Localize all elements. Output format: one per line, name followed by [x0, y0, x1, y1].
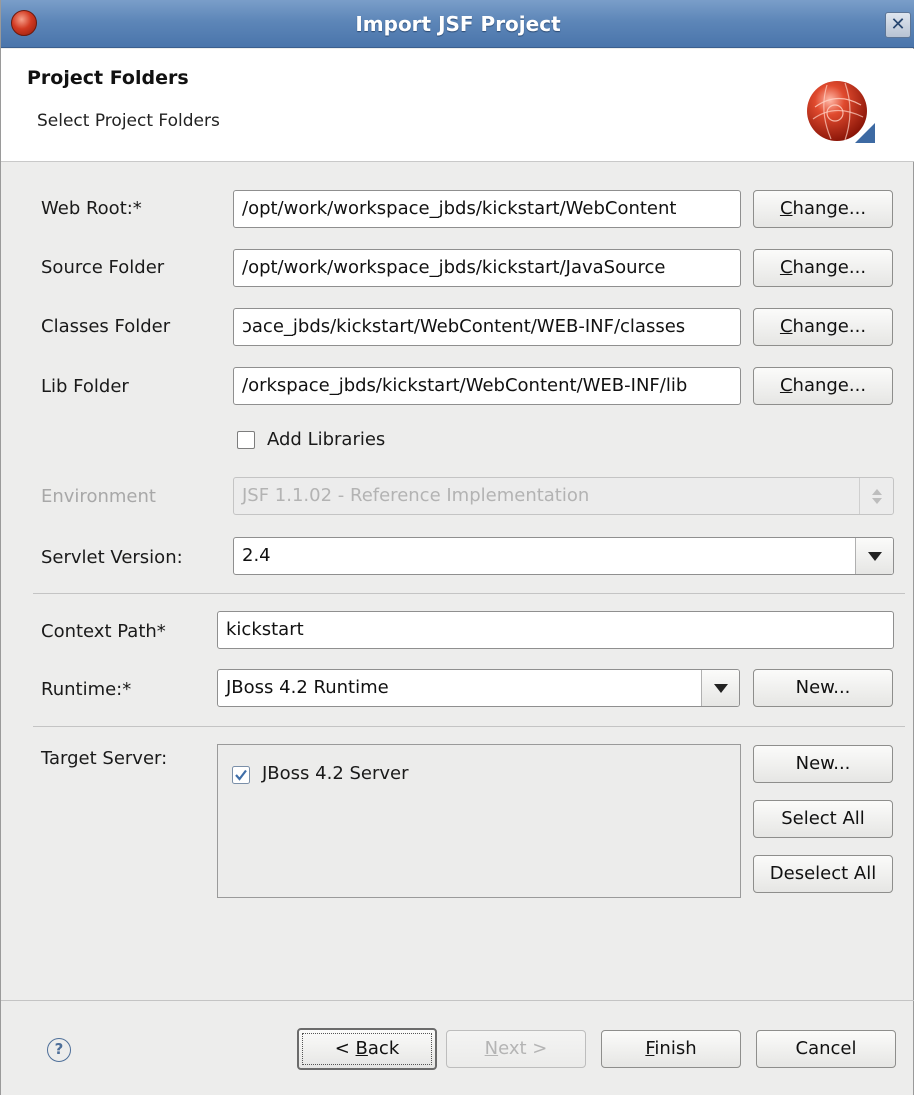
title-bar: Import JSF Project ✕: [1, 0, 914, 48]
footer-separator: [1, 1000, 914, 1001]
lib-folder-label: Lib Folder: [41, 376, 129, 397]
target-server-new-button[interactable]: New...: [753, 745, 893, 783]
chevron-down-icon[interactable]: [701, 670, 739, 706]
next-button: Next >: [446, 1030, 586, 1068]
classes-folder-change-button[interactable]: Change...: [753, 308, 893, 346]
button-label: hange...: [792, 375, 867, 396]
lib-folder-change-button[interactable]: Change...: [753, 367, 893, 405]
context-path-input[interactable]: kickstart: [217, 611, 894, 649]
window-title: Import JSF Project: [355, 12, 561, 36]
button-label: inish: [654, 1038, 697, 1059]
source-folder-change-button[interactable]: Change...: [753, 249, 893, 287]
classes-folder-input[interactable]: ɔace_jbds/kickstart/WebContent/WEB-INF/c…: [233, 308, 741, 346]
runtime-label: Runtime:*: [41, 679, 132, 700]
header-banner: Project Folders Select Project Folders: [1, 49, 914, 162]
import-jsf-project-dialog: Import JSF Project ✕ Project Folders Sel…: [0, 0, 914, 1095]
button-label: <: [334, 1038, 356, 1059]
separator: [33, 593, 905, 594]
button-label: hange...: [792, 198, 867, 219]
mnemonic: C: [779, 257, 793, 278]
select-all-button[interactable]: Select All: [753, 800, 893, 838]
list-item-label: JBoss 4.2 Server: [262, 763, 409, 784]
back-button[interactable]: < Back: [297, 1028, 437, 1070]
mnemonic: C: [779, 316, 793, 337]
environment-value: JSF 1.1.02 - Reference Implementation: [242, 485, 590, 506]
mnemonic: C: [779, 375, 793, 396]
close-icon: ✕: [890, 14, 906, 35]
button-label: ack: [367, 1038, 400, 1059]
mnemonic: C: [779, 198, 793, 219]
web-root-change-button[interactable]: Change...: [753, 190, 893, 228]
add-libraries-checkbox[interactable]: [237, 431, 255, 449]
environment-select: JSF 1.1.02 - Reference Implementation: [233, 477, 894, 515]
checkbox-checked-icon[interactable]: [232, 766, 250, 784]
servlet-version-label: Servlet Version:: [41, 547, 183, 568]
button-label: ext >: [498, 1038, 548, 1059]
web-root-label: Web Root:*: [41, 198, 142, 219]
source-folder-label: Source Folder: [41, 257, 165, 278]
finish-button[interactable]: Finish: [601, 1030, 741, 1068]
target-server-list: JBoss 4.2 Server: [217, 744, 741, 898]
source-folder-input[interactable]: /opt/work/workspace_jbds/kickstart/JavaS…: [233, 249, 741, 287]
runtime-new-button[interactable]: New...: [753, 669, 893, 707]
deselect-all-button[interactable]: Deselect All: [753, 855, 893, 893]
button-label: hange...: [792, 257, 867, 278]
target-server-label: Target Server:: [41, 748, 168, 769]
list-item[interactable]: JBoss 4.2 Server: [232, 763, 532, 787]
servlet-version-value: 2.4: [242, 545, 271, 566]
spinner-arrows-icon: [859, 478, 893, 514]
add-libraries-label: Add Libraries: [267, 429, 386, 450]
help-icon[interactable]: ?: [47, 1038, 71, 1062]
jboss-orb-logo-icon: [807, 81, 875, 143]
web-root-input[interactable]: /opt/work/workspace_jbds/kickstart/WebCo…: [233, 190, 741, 228]
runtime-dropdown[interactable]: JBoss 4.2 Runtime: [217, 669, 740, 707]
page-title: Project Folders: [27, 67, 189, 89]
environment-label: Environment: [41, 486, 156, 507]
classes-folder-label: Classes Folder: [41, 316, 171, 337]
chevron-down-icon[interactable]: [855, 538, 893, 574]
cancel-button[interactable]: Cancel: [756, 1030, 896, 1068]
runtime-value: JBoss 4.2 Runtime: [226, 677, 389, 698]
lib-folder-input[interactable]: /orkspace_jbds/kickstart/WebContent/WEB-…: [233, 367, 741, 405]
context-path-label: Context Path*: [41, 621, 166, 642]
close-button[interactable]: ✕: [885, 12, 911, 38]
mnemonic: B: [355, 1038, 368, 1059]
button-label: hange...: [792, 316, 867, 337]
separator: [33, 726, 905, 727]
mnemonic: N: [484, 1038, 499, 1059]
page-description: Select Project Folders: [37, 111, 220, 131]
servlet-version-dropdown[interactable]: 2.4: [233, 537, 894, 575]
